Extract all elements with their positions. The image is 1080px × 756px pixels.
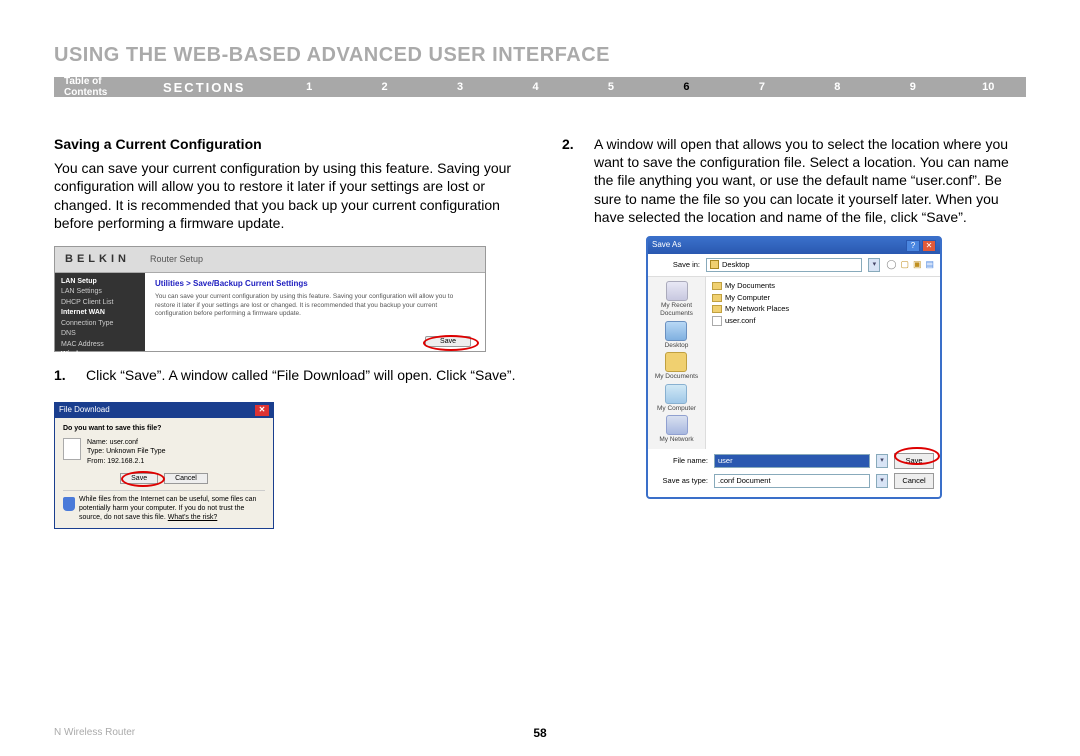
from-value: 192.168.2.1	[107, 458, 144, 465]
section-9[interactable]: 9	[875, 81, 950, 93]
place-network[interactable]: My Network	[659, 415, 693, 444]
router-sidebar: LAN Setup LAN Settings DHCP Client List …	[55, 273, 145, 351]
download-save-button[interactable]: Save	[120, 473, 158, 484]
nav-dns: DNS	[61, 329, 139, 340]
download-cancel-button[interactable]: Cancel	[164, 473, 208, 484]
router-ui-screenshot: BELKIN Router Setup LAN Setup LAN Settin…	[54, 246, 486, 352]
save-as-dialog: Save As ? ✕ Save in: Desktop ▾ ◯ ▢	[646, 236, 942, 499]
place-computer[interactable]: My Computer	[657, 384, 696, 413]
section-1[interactable]: 1	[271, 81, 346, 93]
type-value: Unknown File Type	[106, 448, 165, 455]
nav-conn-type: Connection Type	[61, 319, 139, 330]
dialog-title: File Download	[59, 405, 110, 415]
subheading: Saving a Current Configuration	[54, 135, 518, 153]
saveas-title: Save As	[652, 240, 681, 252]
nav-lan-setup: LAN Setup	[61, 277, 139, 288]
shield-icon	[63, 497, 75, 511]
filename-input[interactable]: user	[714, 454, 870, 468]
place-desktop[interactable]: Desktop	[665, 321, 689, 350]
section-10[interactable]: 10	[951, 81, 1026, 93]
places-sidebar: My Recent Documents Desktop My Documents…	[648, 277, 706, 449]
section-navbar: Table of Contents SECTIONS 1 2 3 4 5 6 7…	[54, 77, 1026, 97]
router-body-text: You can save your current configuration …	[155, 293, 475, 318]
filename-label: File name:	[654, 456, 708, 466]
folder-icon	[712, 305, 722, 313]
chevron-down-icon[interactable]: ▾	[876, 474, 888, 488]
back-icon[interactable]: ◯	[886, 259, 896, 271]
intro-paragraph: You can save your current configuration …	[54, 159, 518, 232]
download-question: Do you want to save this file?	[63, 424, 265, 433]
nav-internet-wan: Internet WAN	[61, 308, 139, 319]
chevron-down-icon[interactable]: ▾	[868, 258, 880, 272]
list-item: My Documents	[712, 281, 934, 291]
file-icon	[712, 316, 722, 326]
step-2-text: A window will open that allows you to se…	[594, 135, 1026, 226]
footer-model: N Wireless Router	[54, 727, 135, 738]
section-7[interactable]: 7	[724, 81, 799, 93]
section-5[interactable]: 5	[573, 81, 648, 93]
folder-icon	[710, 260, 719, 269]
section-4[interactable]: 4	[498, 81, 573, 93]
right-column: 2. A window will open that allows you to…	[562, 135, 1026, 529]
up-icon[interactable]: ▢	[900, 259, 909, 271]
router-breadcrumb: Utilities > Save/Backup Current Settings	[155, 279, 475, 289]
new-folder-icon[interactable]: ▣	[913, 259, 922, 271]
from-label: From:	[87, 458, 105, 465]
savetype-label: Save as type:	[654, 476, 708, 486]
left-column: Saving a Current Configuration You can s…	[54, 135, 518, 529]
nav-wireless: Wireless	[61, 350, 139, 361]
savein-dropdown[interactable]: Desktop	[706, 258, 862, 272]
name-value: user.conf	[110, 439, 138, 446]
nav-mac: MAC Address	[61, 340, 139, 351]
router-save-button[interactable]: Save	[425, 336, 471, 347]
close-icon[interactable]: ✕	[255, 405, 269, 415]
saveas-cancel-button[interactable]: Cancel	[894, 473, 934, 489]
section-6[interactable]: 6	[649, 81, 724, 93]
step-2-number: 2.	[562, 135, 578, 226]
folder-icon	[712, 294, 722, 302]
router-subtitle: Router Setup	[150, 254, 203, 266]
risk-link[interactable]: What's the risk?	[168, 514, 218, 521]
file-list[interactable]: My Documents My Computer My Network Plac…	[706, 277, 940, 427]
folder-icon	[712, 282, 722, 290]
name-label: Name:	[87, 439, 108, 446]
toc-link[interactable]: Table of Contents	[54, 76, 163, 98]
savetype-dropdown[interactable]: .conf Document	[714, 474, 870, 488]
list-item: My Computer	[712, 293, 934, 303]
type-label: Type:	[87, 448, 104, 455]
place-recent[interactable]: My Recent Documents	[648, 281, 705, 319]
section-3[interactable]: 3	[422, 81, 497, 93]
belkin-logo: BELKIN	[65, 252, 130, 266]
list-item: user.conf	[712, 316, 934, 326]
help-icon[interactable]: ?	[906, 240, 920, 252]
step-1-text: Click “Save”. A window called “File Down…	[86, 366, 518, 384]
file-download-dialog: File Download ✕ Do you want to save this…	[54, 402, 274, 529]
view-icon[interactable]: ▤	[925, 259, 934, 271]
page-footer: N Wireless Router 58	[54, 727, 1026, 738]
nav-lan-settings: LAN Settings	[61, 287, 139, 298]
step-1-number: 1.	[54, 366, 70, 384]
section-2[interactable]: 2	[347, 81, 422, 93]
page-title: USING THE WEB-BASED ADVANCED USER INTERF…	[54, 44, 1026, 67]
savein-label: Save in:	[654, 260, 700, 270]
list-item: My Network Places	[712, 304, 934, 314]
chevron-down-icon[interactable]: ▾	[876, 454, 888, 468]
place-documents[interactable]: My Documents	[655, 352, 698, 381]
section-8[interactable]: 8	[800, 81, 875, 93]
nav-dhcp: DHCP Client List	[61, 298, 139, 309]
page-number: 58	[533, 726, 546, 740]
file-icon	[63, 438, 81, 460]
close-icon[interactable]: ✕	[922, 240, 936, 252]
sections-label: SECTIONS	[163, 80, 271, 95]
saveas-save-button[interactable]: Save	[894, 453, 934, 469]
savein-value: Desktop	[722, 260, 750, 270]
